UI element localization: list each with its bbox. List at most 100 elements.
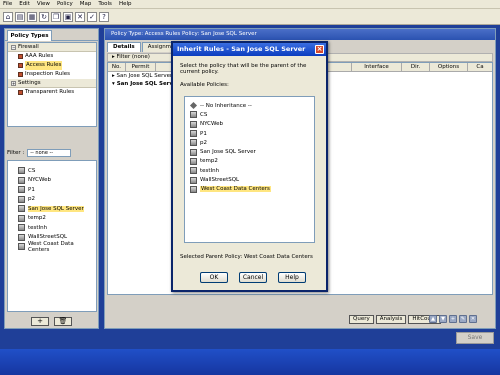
- tree-label: Access Rules: [25, 61, 63, 70]
- policy-icon: [190, 130, 197, 138]
- menu-map[interactable]: Map: [80, 1, 92, 7]
- home-icon[interactable]: ⌂: [3, 11, 13, 22]
- rule-action-buttons: Query Analysis HitCount: [349, 315, 441, 324]
- option-p1[interactable]: P1: [185, 129, 314, 138]
- policy-icon: [190, 167, 197, 175]
- column-dir[interactable]: Dir.: [402, 63, 430, 72]
- tree-label: Settings: [18, 79, 41, 86]
- policy-list: CS NYCWeb P1 p2 San Jose SQL Server temp…: [7, 160, 97, 312]
- option-temp2[interactable]: temp2: [185, 157, 314, 166]
- cancel-button[interactable]: Cancel: [239, 272, 267, 283]
- toolbar: ⌂ ▤ ▦ ↻ ❐ ▣ ✕ ✓ ?: [0, 9, 500, 25]
- menu-policy[interactable]: Policy: [57, 1, 73, 7]
- menu-file[interactable]: File: [3, 1, 12, 7]
- move-up-icon[interactable]: ▲: [429, 315, 437, 323]
- ok-button[interactable]: OK: [200, 272, 228, 283]
- print-icon[interactable]: ▤: [15, 11, 25, 22]
- column-options[interactable]: Options: [430, 63, 468, 72]
- policy-item-cs[interactable]: CS: [8, 166, 96, 176]
- tree-item-transparent-rules[interactable]: Transparent Rules: [8, 88, 96, 97]
- option-testinh[interactable]: testInh: [185, 166, 314, 175]
- filter-label: Filter :: [7, 150, 25, 156]
- policy-label: West Coast Data Centers: [27, 240, 74, 253]
- help-button[interactable]: Help: [278, 272, 306, 283]
- grid-icon[interactable]: ▦: [27, 11, 37, 22]
- available-policies-label: Available Policies:: [180, 82, 229, 88]
- policy-label: CS: [28, 167, 36, 174]
- menu-view[interactable]: View: [37, 1, 50, 7]
- policy-label: WallStreetSQL: [28, 234, 68, 241]
- close-icon[interactable]: ×: [315, 45, 324, 54]
- query-button[interactable]: Query: [349, 315, 374, 324]
- policy-icon: [18, 176, 25, 184]
- option-label: testInh: [200, 167, 220, 174]
- filter-dropdown[interactable]: -- none --: [27, 149, 72, 157]
- policy-header: Policy Type: Access Rules Policy: San Jo…: [105, 29, 495, 40]
- option-san-jose-sql-server[interactable]: San Jose SQL Server: [185, 147, 314, 156]
- policy-icon: [190, 120, 197, 128]
- collapse-icon[interactable]: −: [11, 44, 16, 50]
- menu-bar: File Edit View Policy Map Tools Help: [0, 0, 500, 9]
- selected-parent-label: Selected Parent Policy: West Coast Data …: [180, 254, 313, 260]
- dialog-titlebar[interactable]: Inherit Rules - San Jose SQL Server ×: [173, 43, 326, 56]
- sync-icon[interactable]: ↻: [39, 11, 49, 22]
- copy-icon[interactable]: ❐: [51, 11, 61, 22]
- policy-item-temp2[interactable]: temp2: [8, 214, 96, 224]
- tree-group-settings[interactable]: + Settings: [8, 79, 96, 88]
- policy-icon: [18, 214, 25, 222]
- add-policy-button[interactable]: +: [31, 317, 49, 326]
- option-nycweb[interactable]: NYCWeb: [185, 120, 314, 129]
- policy-list-buttons: + 🗑: [31, 317, 72, 326]
- column-no[interactable]: No.: [108, 63, 126, 72]
- paste-icon[interactable]: ▣: [63, 11, 73, 22]
- option-p2[interactable]: p2: [185, 138, 314, 147]
- policy-item-nycweb[interactable]: NYCWeb: [8, 176, 96, 186]
- help-icon[interactable]: ?: [99, 11, 109, 22]
- analysis-button[interactable]: Analysis: [375, 315, 407, 324]
- policy-types-tabbar: Policy Types: [5, 29, 98, 41]
- option-label: P1: [200, 130, 207, 137]
- menu-help[interactable]: Help: [119, 1, 132, 7]
- option-cs[interactable]: CS: [185, 110, 314, 119]
- option-no-inheritance[interactable]: -- No Inheritance --: [185, 101, 314, 110]
- policy-item-testinh[interactable]: testInh: [8, 223, 96, 233]
- edit-row-icon[interactable]: ✎: [459, 315, 467, 323]
- delete-icon[interactable]: ✕: [75, 11, 85, 22]
- policy-item-san-jose-sql-server[interactable]: San Jose SQL Server: [8, 204, 96, 214]
- tree-group-firewall[interactable]: − Firewall: [8, 43, 96, 52]
- tree-item-aaa-rules[interactable]: AAA Rules: [8, 52, 96, 61]
- tree-item-access-rules[interactable]: Access Rules: [8, 61, 96, 70]
- menu-edit[interactable]: Edit: [19, 1, 30, 7]
- save-button[interactable]: Save: [456, 332, 494, 344]
- add-row-icon[interactable]: +: [449, 315, 457, 323]
- move-down-icon[interactable]: ▼: [439, 315, 447, 323]
- tab-policy-types[interactable]: Policy Types: [7, 30, 52, 41]
- policy-item-west-coast-data-centers[interactable]: West Coast Data Centers: [8, 240, 96, 253]
- dialog-title: Inherit Rules - San Jose SQL Server: [177, 45, 306, 53]
- menu-tools[interactable]: Tools: [98, 1, 112, 7]
- left-pane: Policy Types − Firewall AAA Rules Access …: [4, 28, 99, 329]
- option-west-coast-data-centers[interactable]: West Coast Data Centers: [185, 185, 314, 194]
- policy-icon: [18, 205, 25, 213]
- policy-label: P1: [28, 186, 35, 193]
- delete-policy-button[interactable]: 🗑: [54, 317, 72, 326]
- policy-label: testInh: [28, 224, 48, 231]
- column-permit[interactable]: Permit: [126, 63, 156, 72]
- tab-details[interactable]: Details: [107, 42, 141, 52]
- expand-icon[interactable]: +: [11, 80, 16, 86]
- policy-label: p2: [28, 196, 35, 203]
- diamond-icon: [189, 102, 198, 110]
- policy-icon: [18, 233, 25, 241]
- policy-icon: [190, 111, 197, 119]
- column-category[interactable]: Ca: [468, 63, 492, 72]
- policy-item-p1[interactable]: P1: [8, 185, 96, 195]
- delete-row-icon[interactable]: ✕: [469, 315, 477, 323]
- policy-item-p2[interactable]: p2: [8, 195, 96, 205]
- apply-icon[interactable]: ✓: [87, 11, 97, 22]
- option-wallstreetsql[interactable]: WallStreetSQL: [185, 175, 314, 184]
- column-interface[interactable]: Interface: [352, 63, 402, 72]
- policy-icon: [190, 157, 197, 165]
- tree-label: AAA Rules: [25, 53, 54, 59]
- available-policies-list: -- No Inheritance -- CS NYCWeb P1 p2 San…: [184, 96, 315, 243]
- option-label: p2: [200, 139, 207, 146]
